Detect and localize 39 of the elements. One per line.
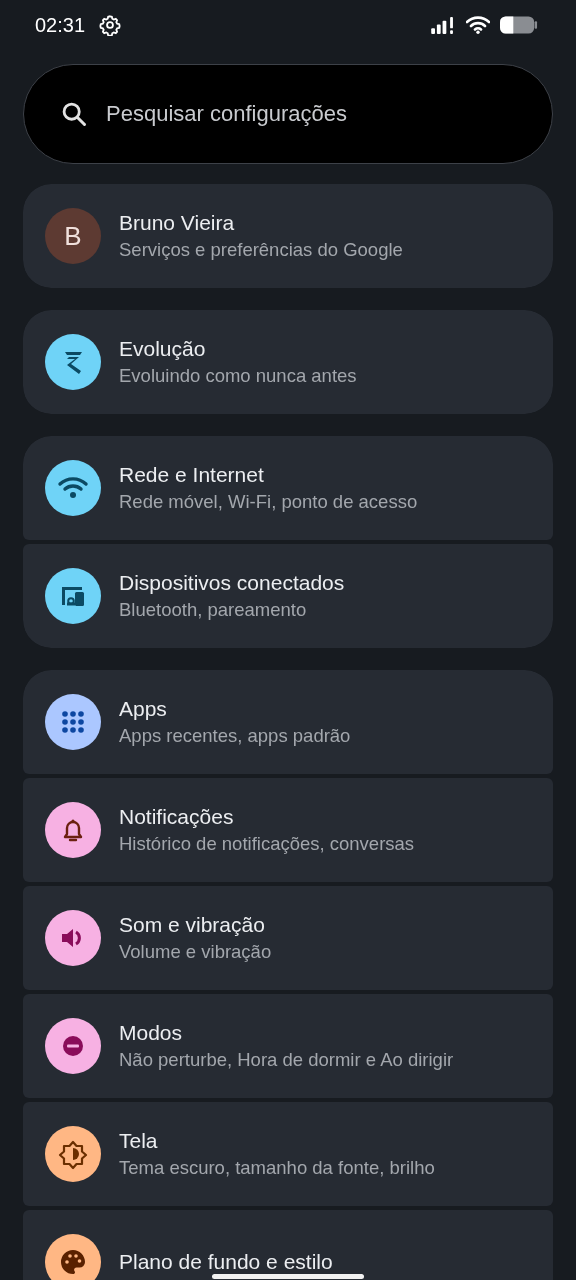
- settings-icon: [99, 14, 122, 36]
- settings-item[interactable]: Dispositivos conectados Bluetooth, pareamento: [23, 544, 553, 648]
- item-subtitle: Apps recentes, apps padrão: [119, 725, 351, 748]
- signal-icon: [431, 16, 456, 34]
- settings-item[interactable]: Apps Apps recentes, apps padrão: [23, 670, 553, 774]
- settings-item[interactable]: Plano de fundo e estilo: [23, 1210, 553, 1280]
- item-subtitle: Volume e vibração: [119, 941, 272, 964]
- item-title: Dispositivos conectados: [119, 570, 345, 595]
- settings-item[interactable]: Notificações Histórico de notificações, conversas: [23, 778, 553, 882]
- avatar: B: [45, 208, 101, 264]
- settings-item[interactable]: B Bruno Vieira Serviços e preferências do Google: [23, 184, 553, 288]
- item-title: Som e vibração: [119, 912, 266, 937]
- item-subtitle: Não perturbe, Hora de dormir e Ao dirigir: [119, 1049, 454, 1072]
- item-title: Plano de fundo e estilo: [119, 1250, 333, 1274]
- search-bar[interactable]: Pesquisar configurações: [23, 64, 553, 164]
- item-subtitle: Serviços e preferências do Google: [119, 239, 403, 262]
- settings-item[interactable]: Evolução Evoluindo como nunca antes: [23, 310, 553, 414]
- item-title: Modos: [119, 1020, 184, 1045]
- item-subtitle: Evoluindo como nunca antes: [119, 365, 357, 388]
- battery-icon: [500, 15, 538, 35]
- item-title: Bruno Vieira: [119, 210, 236, 235]
- item-subtitle: Tema escuro, tamanho da fonte, brilho: [119, 1157, 435, 1180]
- item-subtitle: Bluetooth, pareamento: [119, 599, 308, 622]
- item-subtitle: Histórico de notificações, conversas: [119, 833, 415, 856]
- wifi-icon: [466, 16, 490, 34]
- search-icon: [60, 100, 88, 128]
- item-subtitle: Rede móvel, Wi-Fi, ponto de acesso: [119, 491, 418, 514]
- item-title: Notificações: [119, 804, 235, 829]
- item-title: Evolução: [119, 336, 207, 361]
- settings-item[interactable]: Modos Não perturbe, Hora de dormir e Ao dirigir: [23, 994, 553, 1098]
- item-title: Rede e Internet: [119, 462, 265, 487]
- settings-item[interactable]: Rede e Internet Rede móvel, Wi-Fi, ponto de acesso: [23, 436, 553, 540]
- navigation-handle[interactable]: [212, 1274, 364, 1279]
- settings-item[interactable]: Tela Tema escuro, tamanho da fonte, brilho: [23, 1102, 553, 1206]
- settings-item[interactable]: Som e vibração Volume e vibração: [23, 886, 553, 990]
- status-time: 02:31: [35, 13, 86, 37]
- item-title: Apps: [119, 696, 168, 721]
- item-title: Tela: [119, 1128, 159, 1153]
- search-input[interactable]: Pesquisar configurações: [104, 100, 552, 128]
